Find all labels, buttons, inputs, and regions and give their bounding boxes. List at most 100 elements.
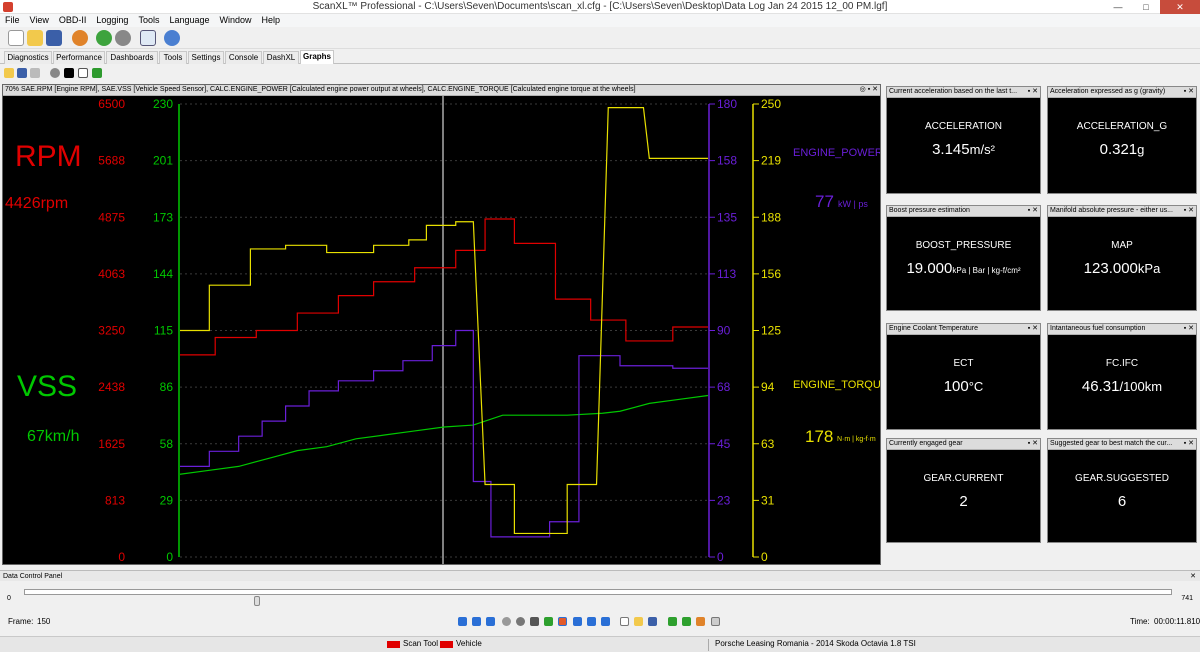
menu-view[interactable]: View xyxy=(25,14,54,27)
copy-icon[interactable] xyxy=(30,68,40,78)
open-folder-icon[interactable] xyxy=(27,30,43,46)
gauge-reading: 6 xyxy=(1048,493,1196,510)
window-title: ScanXL™ Professional - C:\Users\Seven\Do… xyxy=(312,1,888,12)
gauge-gear-suggested: Suggested gear to best match the cur... ▪… xyxy=(1047,438,1197,543)
line-chart: 6500 230 180 2505688 201 158 2194875 173 135 1884… xyxy=(5,96,880,564)
gauge-value: 3.145 xyxy=(932,141,970,158)
chart-icon[interactable] xyxy=(64,68,74,78)
gauge-reading: 46.31/100km xyxy=(1048,378,1196,395)
frame-slider-thumb[interactable] xyxy=(253,596,260,606)
play-loop-icon[interactable] xyxy=(558,617,567,626)
graph-controls[interactable]: ◎ ▪ ✕ xyxy=(857,85,878,95)
torque-label: ENGINE_TORQUE xyxy=(793,379,880,391)
series-line-power xyxy=(180,329,708,538)
torque-tick-label: 31 xyxy=(761,493,775,507)
disconnect-icon[interactable] xyxy=(115,30,131,46)
rpm-tick-label: 1625 xyxy=(98,437,125,451)
minimize-button[interactable]: — xyxy=(1104,0,1132,14)
clock-icon[interactable] xyxy=(50,68,60,78)
connect-car-icon[interactable] xyxy=(72,30,88,46)
color-icon[interactable] xyxy=(92,68,102,78)
export-icon[interactable] xyxy=(668,617,677,626)
gauge-unit: g xyxy=(1137,142,1145,157)
open-icon[interactable] xyxy=(4,68,14,78)
gauge-controls[interactable]: ▪ ✕ xyxy=(1181,206,1194,216)
menu-tools[interactable]: Tools xyxy=(133,14,164,27)
tab-dashboards[interactable]: Dashboards xyxy=(106,51,158,64)
menu-file[interactable]: File xyxy=(0,14,25,27)
frame-value: 150 xyxy=(37,617,51,626)
fast-forward-icon[interactable] xyxy=(587,617,596,626)
rpm-tick-label: 5688 xyxy=(98,154,125,168)
power-value: 77 xyxy=(815,192,834,211)
graph-toolbar xyxy=(0,65,1200,81)
tab-diagnostics[interactable]: Diagnostics xyxy=(4,51,52,64)
play-icon[interactable] xyxy=(544,617,553,626)
gauge-controls[interactable]: ▪ ✕ xyxy=(1025,439,1038,449)
gauge-name: MAP xyxy=(1111,240,1133,251)
rpm-tick-label: 4875 xyxy=(98,210,125,224)
fullscreen-icon[interactable] xyxy=(140,30,156,46)
filter-icon[interactable] xyxy=(696,617,705,626)
first-frame-icon[interactable] xyxy=(458,617,467,626)
tab-graphs[interactable]: Graphs xyxy=(300,50,334,64)
gauge-acceleration: Current acceleration based on the last t… xyxy=(886,86,1041,194)
gauge-ect: Engine Coolant Temperature ▪ ✕ ECT 100°C xyxy=(886,323,1041,430)
gauge-value: 0.321 xyxy=(1099,141,1138,158)
menu-help[interactable]: Help xyxy=(257,14,286,27)
gauge-controls[interactable]: ▪ ✕ xyxy=(1025,324,1038,334)
gauge-value: 6 xyxy=(1117,493,1127,510)
gauge-controls[interactable]: ▪ ✕ xyxy=(1025,206,1038,216)
open-log-icon[interactable] xyxy=(634,617,643,626)
step-forward-icon[interactable] xyxy=(573,617,582,626)
tab-dashxl[interactable]: DashXL xyxy=(263,51,299,64)
step-back-icon[interactable] xyxy=(486,617,495,626)
gauge-name: FC.IFC xyxy=(1105,358,1139,369)
gauge-controls[interactable]: ▪ ✕ xyxy=(1181,324,1194,334)
properties-icon[interactable] xyxy=(711,617,720,626)
save-icon[interactable] xyxy=(17,68,27,78)
menu-language[interactable]: Language xyxy=(164,14,214,27)
rpm-value: 4426rpm xyxy=(5,195,68,212)
grid-icon[interactable] xyxy=(78,68,88,78)
last-frame-icon[interactable] xyxy=(601,617,610,626)
new-file-icon[interactable] xyxy=(8,30,24,46)
record-icon[interactable] xyxy=(502,617,511,626)
tab-tools[interactable]: Tools xyxy=(159,51,187,64)
rewind-icon[interactable] xyxy=(472,617,481,626)
vss-tick-label: 201 xyxy=(153,154,173,168)
gauge-reading: 0.321g xyxy=(1048,141,1196,158)
info-icon[interactable] xyxy=(164,30,180,46)
power-tick-label: 23 xyxy=(717,493,731,507)
slider-min: 0 xyxy=(7,595,11,602)
tab-performance[interactable]: Performance xyxy=(53,51,105,64)
gauge-controls[interactable]: ▪ ✕ xyxy=(1025,87,1038,97)
new-log-icon[interactable] xyxy=(620,617,629,626)
menu-logging[interactable]: Logging xyxy=(91,14,133,27)
gauge-header-text: Currently engaged gear xyxy=(889,440,963,447)
import-icon[interactable] xyxy=(682,617,691,626)
gauge-header: Suggested gear to best match the cur... ▪… xyxy=(1048,439,1196,450)
gauge-controls[interactable]: ▪ ✕ xyxy=(1181,87,1194,97)
vss-tick-label: 86 xyxy=(160,380,174,394)
menu-window[interactable]: Window xyxy=(215,14,257,27)
rpm-tick-label: 0 xyxy=(118,550,125,564)
gauge-header-text: Intantaneous fuel consumption xyxy=(1050,325,1146,332)
stop-icon[interactable] xyxy=(516,617,525,626)
maximize-button[interactable]: □ xyxy=(1132,0,1160,14)
gauge-header: Current acceleration based on the last t… xyxy=(887,87,1040,98)
power-tick-label: 158 xyxy=(717,154,737,168)
menu-obd2[interactable]: OBD-II xyxy=(54,14,92,27)
connect-icon[interactable] xyxy=(96,30,112,46)
save-icon[interactable] xyxy=(46,30,62,46)
gauge-controls[interactable]: ▪ ✕ xyxy=(1181,439,1194,449)
frame-slider-track[interactable] xyxy=(24,589,1172,595)
gauge-header-text: Engine Coolant Temperature xyxy=(889,325,978,332)
rpm-label: RPM xyxy=(15,140,82,173)
save-log-icon[interactable] xyxy=(648,617,657,626)
close-button[interactable]: ✕ xyxy=(1160,0,1200,14)
tab-settings[interactable]: Settings xyxy=(188,51,224,64)
gauge-value: 123.000 xyxy=(1083,260,1138,277)
pause-icon[interactable] xyxy=(530,617,539,626)
tab-console[interactable]: Console xyxy=(225,51,262,64)
